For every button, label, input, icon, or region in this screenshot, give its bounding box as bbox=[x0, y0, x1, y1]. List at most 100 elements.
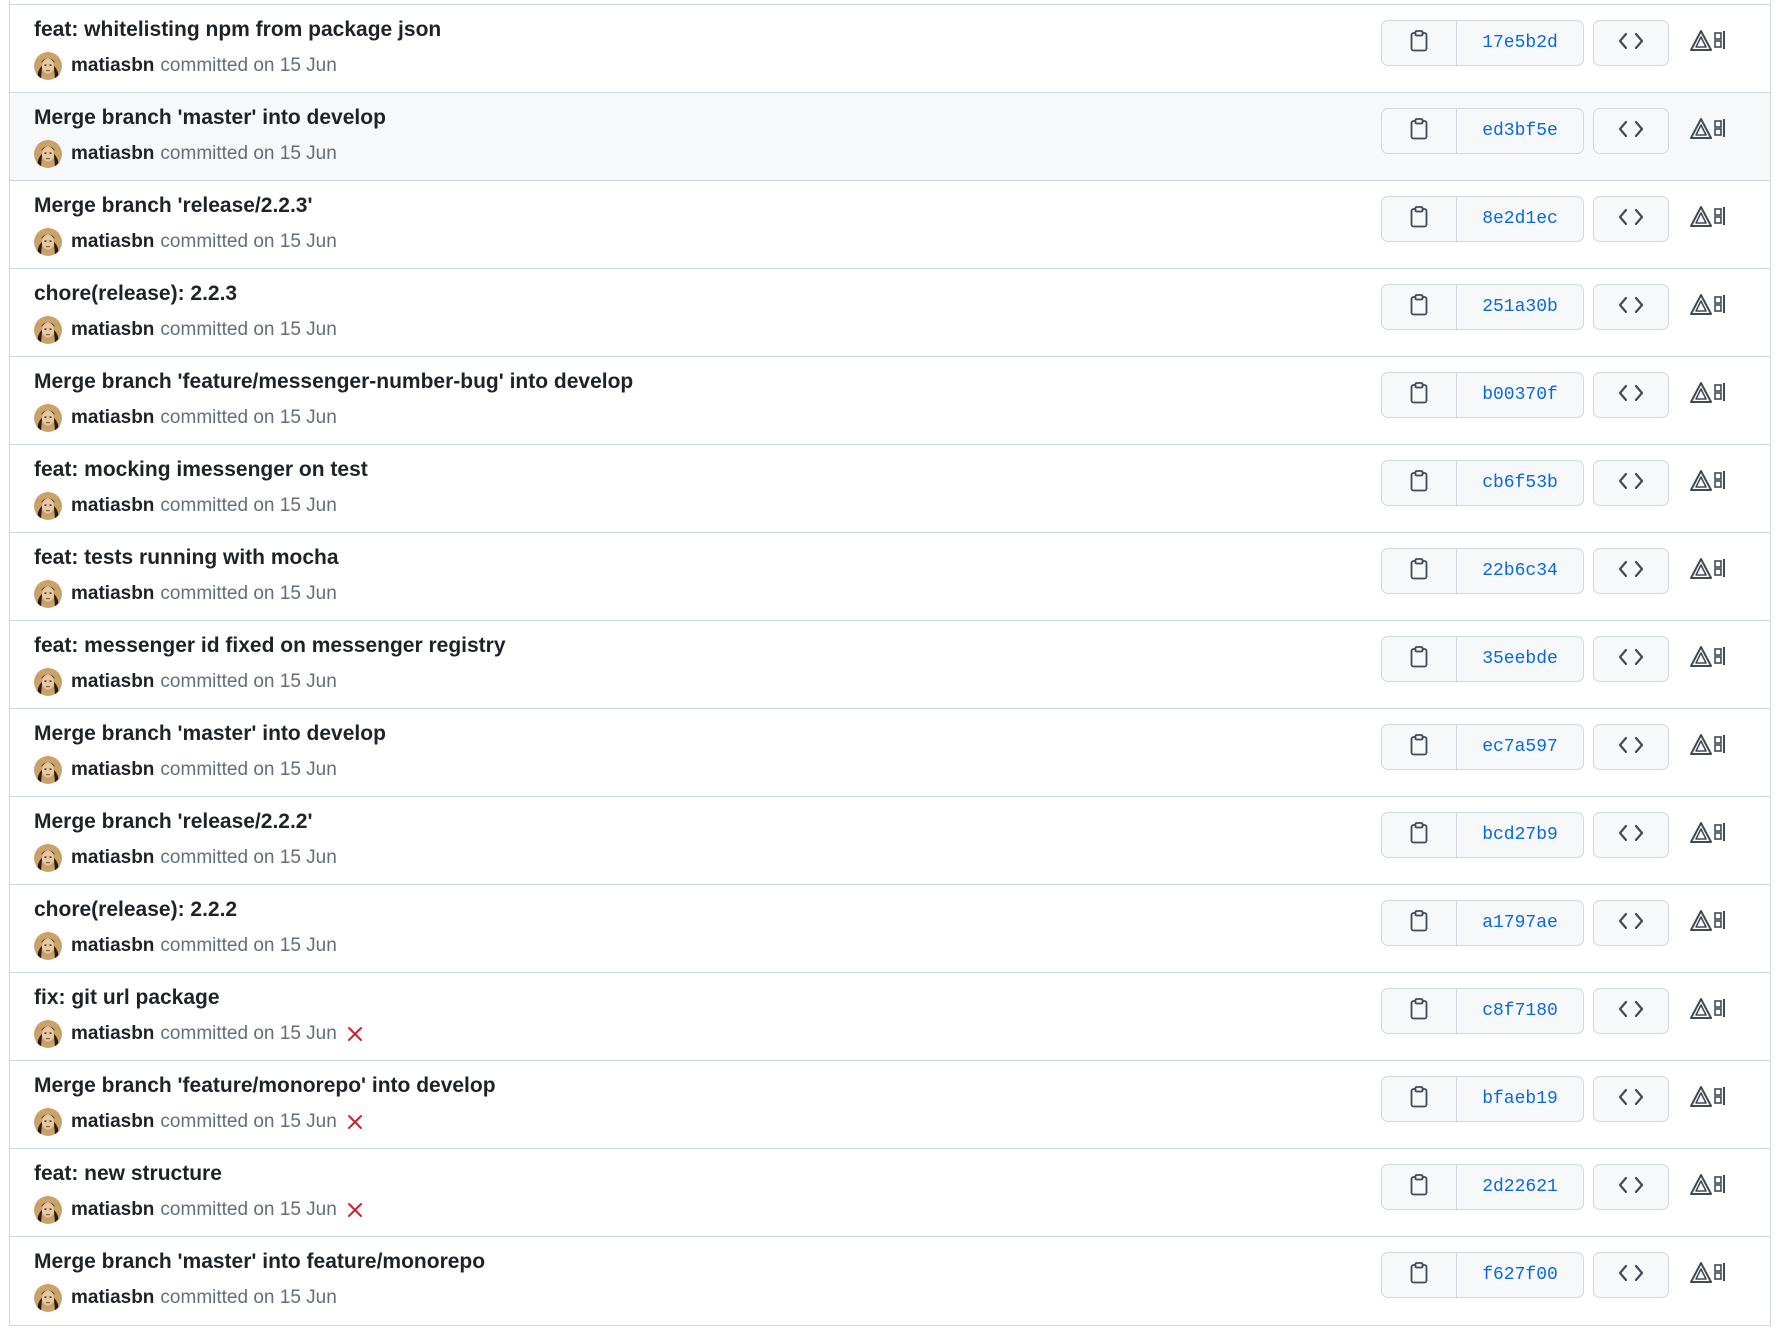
browse-repo-button[interactable] bbox=[1593, 372, 1669, 418]
copy-sha-button[interactable] bbox=[1382, 285, 1457, 329]
commit-title-link[interactable]: Merge branch 'master' into develop bbox=[34, 106, 386, 130]
copy-sha-button[interactable] bbox=[1382, 901, 1457, 945]
commit-title-link[interactable]: Merge branch 'release/2.2.2' bbox=[34, 810, 312, 834]
commit-sha-link[interactable]: a1797ae bbox=[1457, 901, 1583, 945]
browse-repo-button[interactable] bbox=[1593, 988, 1669, 1034]
browse-repo-button[interactable] bbox=[1593, 20, 1669, 66]
commit-sha-link[interactable]: f627f00 bbox=[1457, 1253, 1583, 1297]
commit-title-link[interactable]: Merge branch 'master' into feature/monor… bbox=[34, 1250, 485, 1274]
browse-repo-button[interactable] bbox=[1593, 636, 1669, 682]
copy-sha-button[interactable] bbox=[1382, 21, 1457, 65]
author-link[interactable]: matiasbn bbox=[71, 1199, 154, 1221]
author-link[interactable]: matiasbn bbox=[71, 1023, 154, 1045]
author-link[interactable]: matiasbn bbox=[71, 847, 154, 869]
copy-sha-button[interactable] bbox=[1382, 813, 1457, 857]
author-avatar[interactable] bbox=[34, 140, 62, 168]
extension-button[interactable] bbox=[1690, 645, 1732, 673]
browse-repo-button[interactable] bbox=[1593, 284, 1669, 330]
commit-sha-link[interactable]: ed3bf5e bbox=[1457, 109, 1583, 153]
commit-sha-link[interactable]: 17e5b2d bbox=[1457, 21, 1583, 65]
extension-button[interactable] bbox=[1690, 29, 1732, 57]
author-avatar[interactable] bbox=[34, 1284, 62, 1312]
commit-sha-link[interactable]: b00370f bbox=[1457, 373, 1583, 417]
author-avatar[interactable] bbox=[34, 756, 62, 784]
extension-button[interactable] bbox=[1690, 293, 1732, 321]
author-avatar[interactable] bbox=[34, 228, 62, 256]
commit-sha-link[interactable]: 35eebde bbox=[1457, 637, 1583, 681]
copy-sha-button[interactable] bbox=[1382, 373, 1457, 417]
author-avatar[interactable] bbox=[34, 844, 62, 872]
commit-title-link[interactable]: Merge branch 'feature/monorepo' into dev… bbox=[34, 1074, 496, 1098]
commit-sha-link[interactable]: 22b6c34 bbox=[1457, 549, 1583, 593]
x-icon[interactable] bbox=[347, 1114, 363, 1130]
author-link[interactable]: matiasbn bbox=[71, 1287, 154, 1309]
browse-repo-button[interactable] bbox=[1593, 108, 1669, 154]
browse-repo-button[interactable] bbox=[1593, 460, 1669, 506]
author-avatar[interactable] bbox=[34, 1108, 62, 1136]
copy-sha-button[interactable] bbox=[1382, 637, 1457, 681]
extension-button[interactable] bbox=[1690, 557, 1732, 585]
commit-sha-link[interactable]: bcd27b9 bbox=[1457, 813, 1583, 857]
extension-button[interactable] bbox=[1690, 821, 1732, 849]
extension-button[interactable] bbox=[1690, 469, 1732, 497]
extension-button[interactable] bbox=[1690, 733, 1732, 761]
commit-sha-link[interactable]: 251a30b bbox=[1457, 285, 1583, 329]
commit-title-link[interactable]: feat: messenger id fixed on messenger re… bbox=[34, 634, 506, 658]
commit-title-link[interactable]: feat: tests running with mocha bbox=[34, 546, 339, 570]
author-avatar[interactable] bbox=[34, 1196, 62, 1224]
extension-button[interactable] bbox=[1690, 117, 1732, 145]
author-link[interactable]: matiasbn bbox=[71, 935, 154, 957]
author-link[interactable]: matiasbn bbox=[71, 495, 154, 517]
extension-button[interactable] bbox=[1690, 205, 1732, 233]
author-avatar[interactable] bbox=[34, 580, 62, 608]
x-icon[interactable] bbox=[347, 1026, 363, 1042]
extension-button[interactable] bbox=[1690, 1085, 1732, 1113]
browse-repo-button[interactable] bbox=[1593, 1076, 1669, 1122]
copy-sha-button[interactable] bbox=[1382, 109, 1457, 153]
commit-sha-link[interactable]: bfaeb19 bbox=[1457, 1077, 1583, 1121]
browse-repo-button[interactable] bbox=[1593, 548, 1669, 594]
author-avatar[interactable] bbox=[34, 492, 62, 520]
extension-button[interactable] bbox=[1690, 381, 1732, 409]
copy-sha-button[interactable] bbox=[1382, 1165, 1457, 1209]
commit-title-link[interactable]: chore(release): 2.2.2 bbox=[34, 898, 237, 922]
author-link[interactable]: matiasbn bbox=[71, 231, 154, 253]
copy-sha-button[interactable] bbox=[1382, 461, 1457, 505]
commit-title-link[interactable]: Merge branch 'feature/messenger-number-b… bbox=[34, 370, 633, 394]
author-link[interactable]: matiasbn bbox=[71, 319, 154, 341]
commit-sha-link[interactable]: c8f7180 bbox=[1457, 989, 1583, 1033]
extension-button[interactable] bbox=[1690, 997, 1732, 1025]
x-icon[interactable] bbox=[347, 1202, 363, 1218]
author-link[interactable]: matiasbn bbox=[71, 671, 154, 693]
copy-sha-button[interactable] bbox=[1382, 549, 1457, 593]
extension-button[interactable] bbox=[1690, 1261, 1732, 1289]
browse-repo-button[interactable] bbox=[1593, 1164, 1669, 1210]
browse-repo-button[interactable] bbox=[1593, 1252, 1669, 1298]
author-link[interactable]: matiasbn bbox=[71, 55, 154, 77]
commit-title-link[interactable]: feat: new structure bbox=[34, 1162, 222, 1186]
author-link[interactable]: matiasbn bbox=[71, 1111, 154, 1133]
copy-sha-button[interactable] bbox=[1382, 989, 1457, 1033]
extension-button[interactable] bbox=[1690, 1173, 1732, 1201]
commit-title-link[interactable]: Merge branch 'release/2.2.3' bbox=[34, 194, 312, 218]
author-avatar[interactable] bbox=[34, 1020, 62, 1048]
commit-sha-link[interactable]: 2d22621 bbox=[1457, 1165, 1583, 1209]
copy-sha-button[interactable] bbox=[1382, 1077, 1457, 1121]
commit-title-link[interactable]: feat: mocking imessenger on test bbox=[34, 458, 368, 482]
author-link[interactable]: matiasbn bbox=[71, 143, 154, 165]
commit-title-link[interactable]: fix: git url package bbox=[34, 986, 220, 1010]
commit-sha-link[interactable]: 8e2d1ec bbox=[1457, 197, 1583, 241]
author-avatar[interactable] bbox=[34, 52, 62, 80]
author-avatar[interactable] bbox=[34, 404, 62, 432]
copy-sha-button[interactable] bbox=[1382, 725, 1457, 769]
author-avatar[interactable] bbox=[34, 316, 62, 344]
author-link[interactable]: matiasbn bbox=[71, 407, 154, 429]
browse-repo-button[interactable] bbox=[1593, 724, 1669, 770]
browse-repo-button[interactable] bbox=[1593, 900, 1669, 946]
copy-sha-button[interactable] bbox=[1382, 1253, 1457, 1297]
extension-button[interactable] bbox=[1690, 909, 1732, 937]
commit-title-link[interactable]: Merge branch 'master' into develop bbox=[34, 722, 386, 746]
commit-title-link[interactable]: feat: whitelisting npm from package json bbox=[34, 18, 441, 42]
author-link[interactable]: matiasbn bbox=[71, 583, 154, 605]
browse-repo-button[interactable] bbox=[1593, 812, 1669, 858]
